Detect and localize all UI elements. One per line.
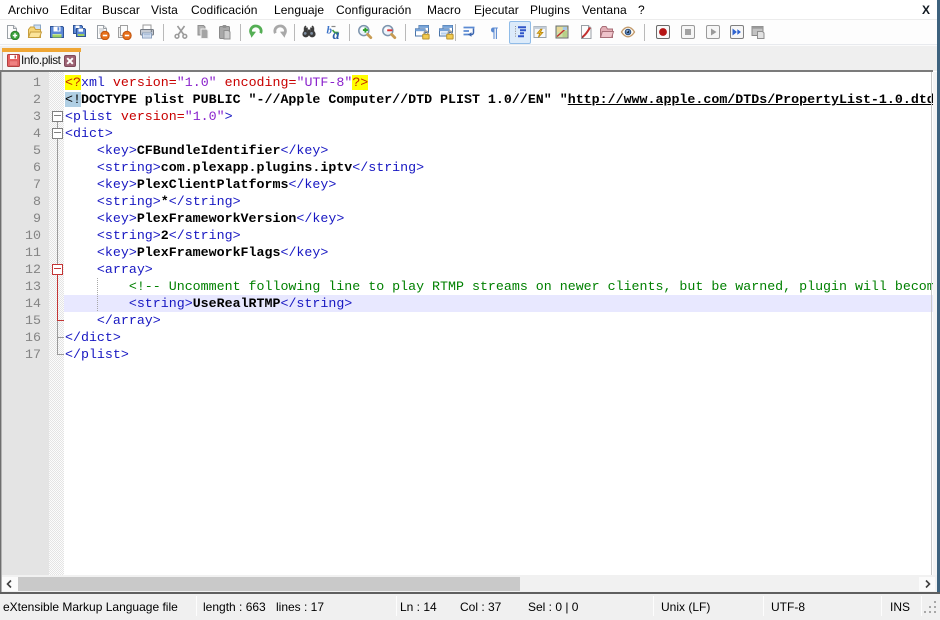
svg-text:¶: ¶ (491, 24, 499, 40)
svg-text:a: a (333, 28, 340, 40)
